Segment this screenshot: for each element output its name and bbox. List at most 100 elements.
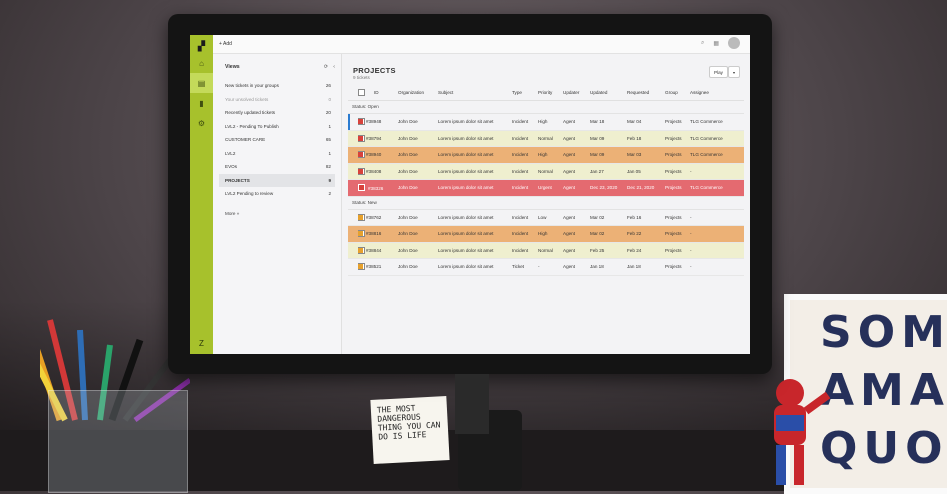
col-group[interactable]: Group xyxy=(665,90,690,95)
subject-cell[interactable]: Lorem ipsum dolor sit amet xyxy=(438,136,512,141)
group-cell: Projects xyxy=(665,231,682,237)
id-cell[interactable]: #38762 xyxy=(358,214,398,220)
col-assignee[interactable]: Assignee xyxy=(690,90,736,95)
group-cell: Projects xyxy=(665,152,682,158)
updated-cell: Feb 25 xyxy=(590,247,605,253)
status-badge-icon xyxy=(358,168,363,174)
projects-header: PROJECTS 9 tickets Play ▾ xyxy=(348,54,744,84)
main-area: + Add ⌕ ▦ Views ⟳ ‹ New tickets in your … xyxy=(213,35,750,354)
subject-cell[interactable]: Lorem ipsum dolor sit amet xyxy=(438,215,512,220)
ticket-id: #38408 xyxy=(366,168,382,174)
view-item[interactable]: New tickets in your groups 26 xyxy=(219,79,335,93)
updated-cell: Mar 09 xyxy=(590,152,605,158)
ticket-id: #38762 xyxy=(366,214,382,220)
user-avatar-icon[interactable] xyxy=(728,37,740,49)
status-badge-icon xyxy=(358,264,363,270)
view-item[interactable]: LVL2 - Pending To Publish 1 xyxy=(219,120,335,134)
ticket-table: Status: Open #38948 John Doe Lorem ipsum do… xyxy=(348,101,744,276)
top-icons: ⌕ ▦ xyxy=(701,37,740,49)
search-icon[interactable]: ⌕ xyxy=(701,40,704,47)
home-icon[interactable]: ⌂ xyxy=(190,53,213,73)
col-organization[interactable]: Organization xyxy=(398,90,438,95)
id-cell[interactable]: #38816 xyxy=(358,231,398,237)
reporting-icon[interactable]: ▮ xyxy=(190,93,213,113)
assignee-cell: - xyxy=(690,264,692,270)
status-badge-icon xyxy=(358,247,363,253)
assignee-cell: - xyxy=(690,247,692,253)
col-type[interactable]: Type xyxy=(512,90,538,95)
subject-cell[interactable]: Lorem ipsum dolor sit amet xyxy=(438,264,512,269)
sticky-note: THE MOST DANGEROUS THING YOU CAN DO IS L… xyxy=(370,396,450,464)
table-row[interactable]: #38940 John Doe Lorem ipsum dolor sit amet… xyxy=(348,147,744,164)
zendesk-logo-icon[interactable]: ▞ xyxy=(198,41,205,53)
col-id[interactable]: ID xyxy=(374,90,398,95)
id-cell[interactable]: #38326 xyxy=(358,184,398,192)
id-cell[interactable]: #38408 xyxy=(358,168,398,174)
subject-cell[interactable]: Lorem ipsum dolor sit amet xyxy=(438,231,512,236)
requested-cell: Mar 03 xyxy=(627,152,642,158)
row-selection-indicator xyxy=(348,114,350,130)
table-row[interactable]: #38794 John Doe Lorem ipsum dolor sit amet… xyxy=(348,130,744,147)
view-item[interactable]: Recently updated tickets 20 xyxy=(219,106,335,120)
id-cell[interactable]: #38844 xyxy=(358,247,398,253)
view-item-label: LVL2 Pending to review xyxy=(225,191,274,197)
updater-cell: Agent xyxy=(563,135,576,141)
subject-cell[interactable]: Lorem ipsum dolor sit amet xyxy=(438,119,512,124)
col-requested[interactable]: Requested xyxy=(627,90,665,95)
play-button[interactable]: Play xyxy=(709,66,728,78)
requested-cell: Feb 18 xyxy=(627,135,642,141)
table-row[interactable]: #38762 John Doe Lorem ipsum dolor sit amet… xyxy=(348,210,744,226)
view-item-count: 0 xyxy=(328,96,331,102)
subject-cell[interactable]: Lorem ipsum dolor sit amet xyxy=(438,152,512,157)
settings-icon[interactable]: ⚙ xyxy=(190,113,213,133)
id-cell[interactable]: #38940 xyxy=(358,152,398,158)
workspace: Views ⟳ ‹ New tickets in your groups 26 Yo… xyxy=(213,54,750,354)
view-item-label: CUSTOMER CARE xyxy=(225,137,266,143)
requested-cell: Mar 04 xyxy=(627,119,642,125)
view-item-label: PROJECTS xyxy=(225,177,250,183)
id-cell[interactable]: #38521 xyxy=(358,264,398,270)
status-group-label: Status: Open xyxy=(348,101,744,114)
more-views-link[interactable]: More » xyxy=(213,211,341,216)
subject-cell[interactable]: Lorem ipsum dolor sit amet xyxy=(438,185,512,190)
group-cell: Projects xyxy=(665,168,682,174)
priority-cell: High xyxy=(538,231,548,237)
col-subject[interactable]: Subject xyxy=(438,90,512,95)
table-row[interactable]: #38816 John Doe Lorem ipsum dolor sit amet… xyxy=(348,226,744,243)
organization-cell: John Doe xyxy=(398,264,418,270)
table-row[interactable]: #38948 John Doe Lorem ipsum dolor sit amet… xyxy=(348,114,744,131)
col-priority[interactable]: Priority xyxy=(538,90,563,95)
view-item[interactable]: CUSTOMER CARE 65 xyxy=(219,133,335,147)
view-item[interactable]: LVL2 Pending to review 2 xyxy=(219,187,335,201)
view-item-label: LVL2 - Pending To Publish xyxy=(225,123,279,129)
col-updated[interactable]: Updated xyxy=(590,90,627,95)
play-dropdown-button[interactable]: ▾ xyxy=(728,66,740,78)
id-cell[interactable]: #38794 xyxy=(358,135,398,141)
view-item[interactable]: PROJECTS 9 xyxy=(219,173,335,187)
assignee-cell: TLG Commerce xyxy=(690,119,723,125)
type-cell: Incident xyxy=(512,135,529,141)
table-row[interactable]: #38326 John Doe Lorem ipsum dolor sit amet… xyxy=(348,180,744,197)
view-item[interactable]: EVOs 82 xyxy=(219,160,335,174)
zendesk-footer-icon[interactable]: Z xyxy=(199,339,204,348)
col-updater[interactable]: Updater xyxy=(563,90,590,95)
add-button[interactable]: + Add xyxy=(219,41,232,47)
refresh-icon[interactable]: ⟳ xyxy=(324,64,328,70)
organization-cell: John Doe xyxy=(398,168,418,174)
view-item[interactable]: Your unsolved tickets 0 xyxy=(219,93,335,107)
view-item[interactable]: LVL2 1 xyxy=(219,147,335,161)
group-cell: Projects xyxy=(665,185,682,191)
id-cell[interactable]: #38948 xyxy=(358,119,398,125)
updater-cell: Agent xyxy=(563,185,576,191)
select-all-checkbox[interactable] xyxy=(348,88,374,96)
subject-cell[interactable]: Lorem ipsum dolor sit amet xyxy=(438,248,512,253)
table-row[interactable]: #38408 John Doe Lorem ipsum dolor sit amet… xyxy=(348,163,744,180)
priority-cell: Low xyxy=(538,214,547,220)
apps-grid-icon[interactable]: ▦ xyxy=(713,40,719,47)
subject-cell[interactable]: Lorem ipsum dolor sit amet xyxy=(438,169,512,174)
collapse-icon[interactable]: ‹ xyxy=(333,64,335,70)
views-icon[interactable]: ▤ xyxy=(190,73,213,93)
table-row[interactable]: #38521 John Doe Lorem ipsum dolor sit amet… xyxy=(348,259,744,276)
updater-cell: Agent xyxy=(563,264,576,270)
table-row[interactable]: #38844 John Doe Lorem ipsum dolor sit amet… xyxy=(348,242,744,259)
